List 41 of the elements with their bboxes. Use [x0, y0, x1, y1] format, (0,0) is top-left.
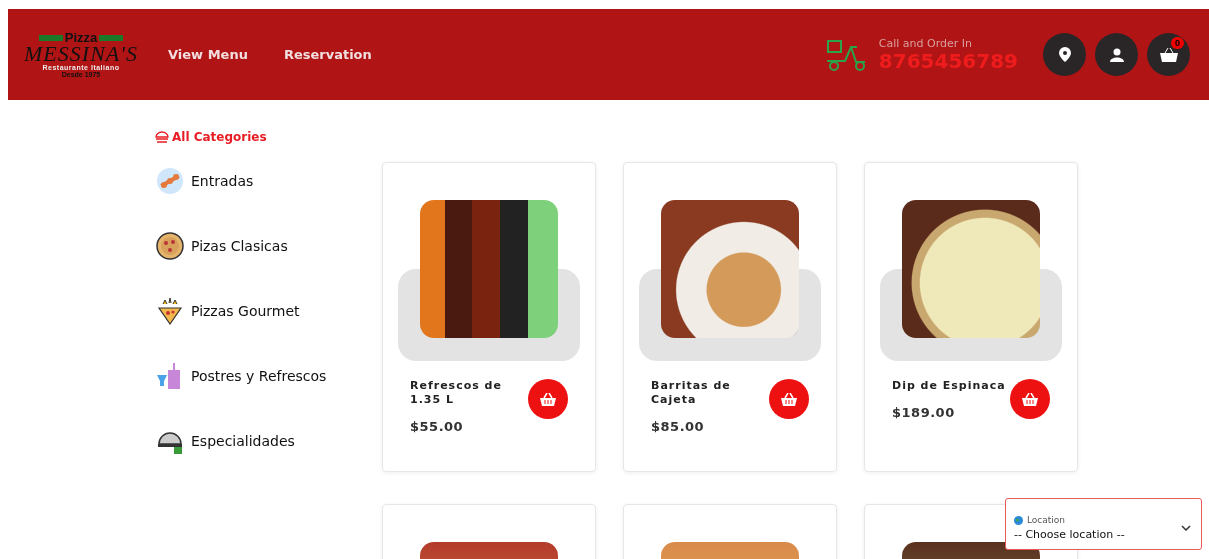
add-to-cart-button[interactable]: [769, 379, 809, 419]
nav-link[interactable]: View Menu: [168, 47, 248, 62]
map-pin-icon: [1058, 47, 1071, 62]
product-price: $55.00: [410, 419, 465, 434]
logo-stripe: [99, 34, 124, 41]
basket-icon: [1022, 392, 1038, 406]
basket-icon: [1159, 47, 1178, 62]
category-item[interactable]: Pizas Clasicas: [191, 237, 288, 254]
location-select[interactable]: Location -- Choose location --: [1005, 498, 1202, 550]
category-heading[interactable]: All Categories: [172, 130, 267, 144]
pizza-icon: [155, 230, 185, 261]
cart-button[interactable]: 0: [1147, 33, 1190, 76]
category-item[interactable]: Pizzas Gourmet: [191, 302, 300, 319]
burger-icon: [155, 131, 169, 143]
cart-count-badge: 0: [1171, 37, 1184, 49]
slice-icon: [155, 295, 185, 326]
globe-icon: [1014, 515, 1023, 525]
user-icon: [1109, 47, 1124, 62]
logo-text: MESSINA'S: [24, 43, 138, 64]
product-name: Dip de Espinaca: [892, 379, 1007, 393]
product-price: $189.00: [892, 405, 956, 420]
category-item[interactable]: Especialidades: [191, 432, 295, 449]
add-to-cart-button[interactable]: [1010, 379, 1050, 419]
skewer-icon: [155, 165, 185, 196]
basket-icon: [781, 392, 797, 406]
basket-icon: [540, 392, 556, 406]
category-item[interactable]: Postres y Refrescos: [191, 367, 327, 384]
location-button[interactable]: [1043, 33, 1086, 76]
account-button[interactable]: [1095, 33, 1138, 76]
product-name: Barritas de Cajeta: [651, 379, 732, 407]
logo-stripe: [38, 34, 63, 41]
call-label: Call and Order In: [878, 37, 974, 50]
nav-link[interactable]: Reservation: [283, 47, 372, 62]
product-price: $85.00: [651, 419, 706, 434]
location-value: -- Choose location --: [1014, 528, 1126, 541]
location-label: Location: [1027, 515, 1066, 525]
logo-text: Pizza: [64, 31, 98, 44]
add-to-cart-button[interactable]: [528, 379, 568, 419]
category-item[interactable]: Entradas: [191, 172, 254, 189]
chevron-down-icon: [1181, 525, 1191, 531]
product-name: Refrescos de 1.35 L: [410, 379, 503, 407]
